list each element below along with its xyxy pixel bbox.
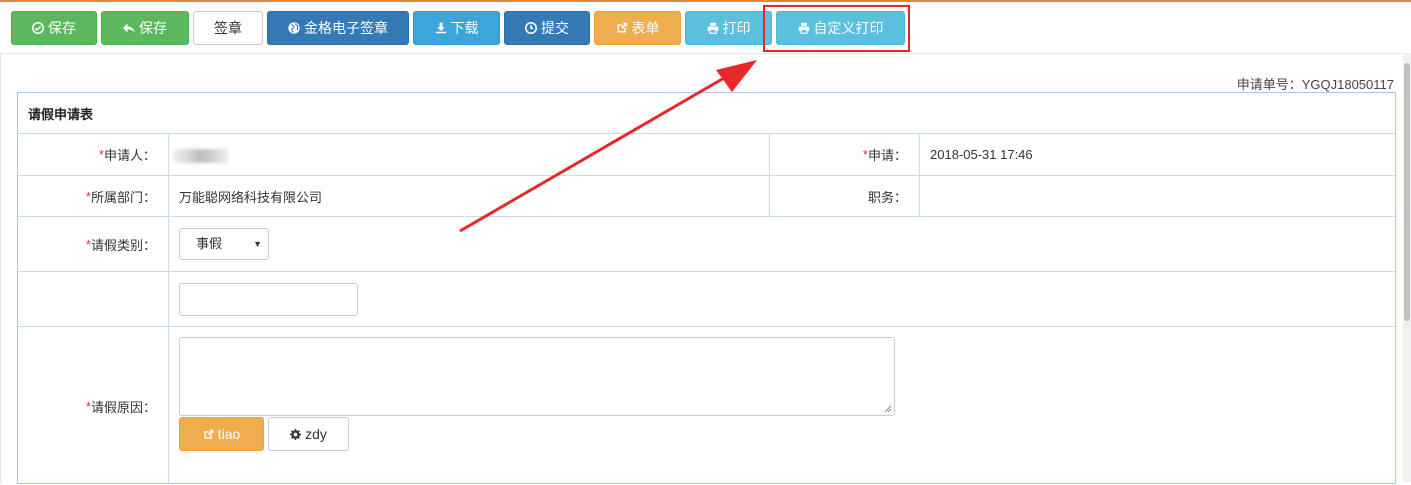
printer-icon [707,22,718,34]
extra-text-input[interactable] [179,283,358,316]
form-title: 请假申请表 [28,106,94,122]
external-link-icon [204,429,214,439]
vertical-scrollbar[interactable] [1403,53,1411,482]
applicant-row: * 申请人： * 申请： 2018-05-31 17:46 [18,134,1395,176]
resize-grip-icon [884,405,892,413]
tiao-button[interactable]: tiao [179,417,264,451]
form-button[interactable]: 表单 [594,11,681,45]
download-button-label: 下载 [450,20,479,36]
apply-time-label: * 申请： [862,147,907,163]
download-icon [435,22,446,34]
download-button[interactable]: 下载 [413,11,500,45]
print-button-label: 打印 [722,20,751,36]
gear-icon [290,428,302,440]
department-label: * 所属部门： [85,188,156,205]
leave-type-row: * 请假类别： 事假 ▼ [18,217,1395,272]
position-label: 职务： [867,189,907,205]
submit-button-label: 提交 [541,20,569,36]
apply-time-value: 2018-05-31 17:46 [930,147,1033,162]
globe-icon [288,22,300,34]
print-button[interactable]: 打印 [685,11,772,45]
leave-type-label: * 请假类别： [85,236,156,253]
reply-icon [123,23,135,34]
save-return-button[interactable]: 保存 [101,11,189,45]
external-link-icon [617,22,627,33]
leave-application-form: 请假申请表 * 申请人： * 申请： 2018-05-31 17:46 * 所属部门：… [17,92,1396,485]
seal-button[interactable]: 签章 [193,11,263,45]
applicant-label: * 申请人： [98,147,156,163]
leave-type-select[interactable]: 事假 ▼ [179,228,269,260]
zdy-button[interactable]: zdy [268,417,349,451]
leave-reason-textarea[interactable] [179,337,895,416]
submit-button[interactable]: 提交 [504,11,590,45]
annotation-highlight-box [763,5,910,52]
scrollbar-thumb[interactable] [1404,63,1410,321]
leave-reason-label: * 请假原因： [85,398,156,415]
department-row: * 所属部门： 万能聪网络科技有限公司 职务： [18,176,1395,217]
form-title-row: 请假申请表 [18,93,1395,134]
jinge-e-seal-button-label: 金格电子签章 [304,20,388,36]
request-number: 申请单号：YGQJ18050117 [1236,77,1394,92]
clock-icon [525,22,537,34]
content-area: 申请单号：YGQJ18050117 请假申请表 * 申请人： * 申请： 2018-… [0,53,1402,485]
save-button[interactable]: 保存 [11,11,97,45]
toolbar: 保存 保存 签章 金格电子签章 下载 提交 表单 打印 自定义打印 [0,2,1411,52]
jinge-e-seal-button[interactable]: 金格电子签章 [267,11,409,45]
department-value: 万能聪网络科技有限公司 [179,189,323,205]
extra-input-row [18,272,1395,327]
applicant-name-blurred [173,149,229,163]
seal-button-label: 签章 [214,20,242,36]
leave-reason-row: * 请假原因： tiao zdy [18,327,1395,485]
form-button-label: 表单 [631,20,660,36]
save-button-label: 保存 [48,20,76,36]
check-circle-icon [32,22,44,34]
caret-down-icon: ▼ [253,239,262,249]
save-return-button-label: 保存 [139,20,167,36]
